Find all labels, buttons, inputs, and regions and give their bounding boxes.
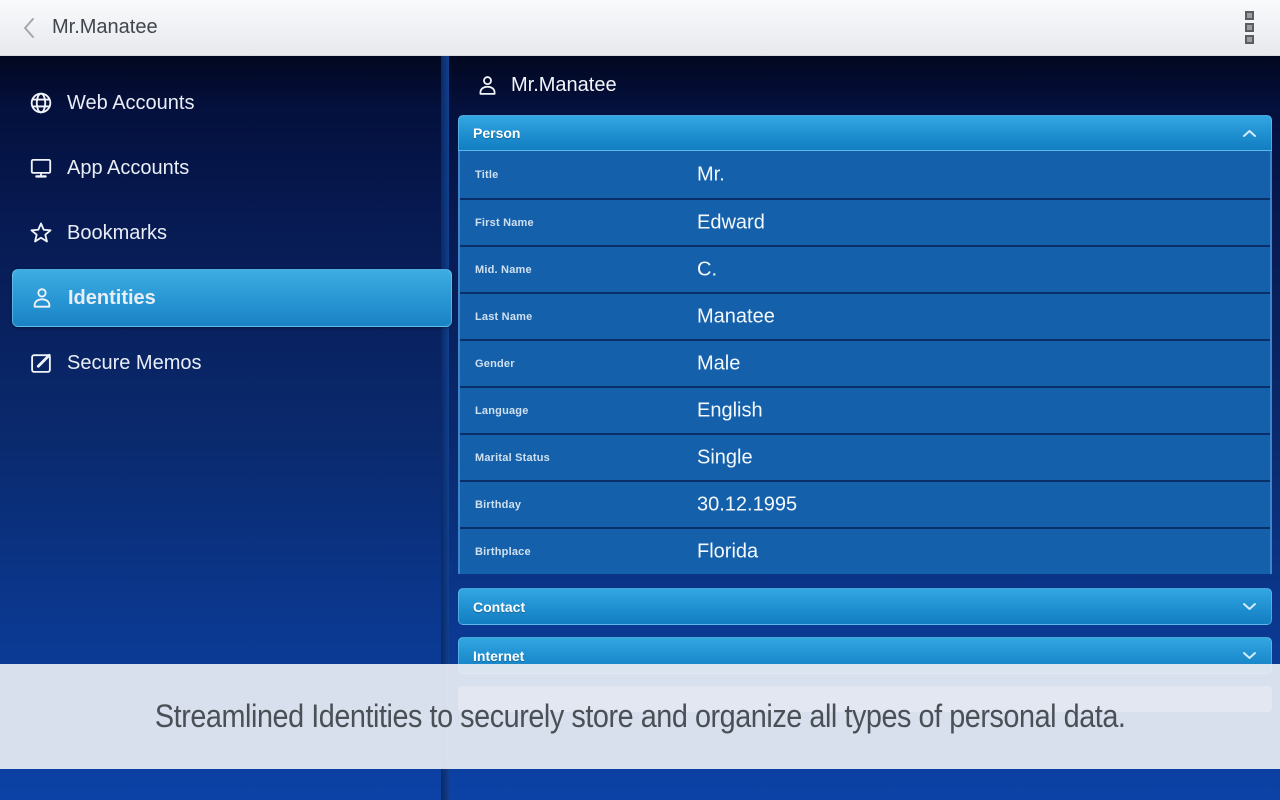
field-value: C. bbox=[697, 258, 717, 281]
person-fields: Title Mr. First Name Edward Mid. Name C.… bbox=[458, 151, 1272, 574]
field-label: First Name bbox=[475, 217, 534, 229]
section-label: Contact bbox=[473, 599, 525, 615]
back-button[interactable] bbox=[16, 12, 42, 44]
globe-icon bbox=[28, 90, 54, 116]
field-row-gender: Gender Male bbox=[460, 339, 1270, 386]
section-header-person[interactable]: Person bbox=[458, 115, 1272, 151]
field-row-title: Title Mr. bbox=[460, 151, 1270, 198]
overflow-square-icon bbox=[1245, 11, 1254, 20]
sidebar-item-label: Identities bbox=[68, 287, 156, 310]
field-value: Single bbox=[697, 446, 753, 469]
caption-text: Streamlined Identities to securely store… bbox=[155, 698, 1126, 735]
sidebar-item-label: App Accounts bbox=[67, 157, 189, 180]
field-label: Title bbox=[475, 169, 498, 181]
field-label: Mid. Name bbox=[475, 264, 532, 276]
field-value: Male bbox=[697, 352, 740, 375]
field-label: Language bbox=[475, 405, 529, 417]
field-row-birthplace: Birthplace Florida bbox=[460, 527, 1270, 574]
field-row-mid-name: Mid. Name C. bbox=[460, 245, 1270, 292]
overflow-square-icon bbox=[1245, 35, 1254, 44]
field-row-language: Language English bbox=[460, 386, 1270, 433]
sidebar-item-label: Bookmarks bbox=[67, 222, 167, 245]
overflow-square-icon bbox=[1245, 23, 1254, 32]
chevron-up-icon bbox=[1242, 129, 1257, 138]
person-icon bbox=[29, 285, 55, 311]
field-row-birthday: Birthday 30.12.1995 bbox=[460, 480, 1270, 527]
field-row-last-name: Last Name Manatee bbox=[460, 292, 1270, 339]
field-row-first-name: First Name Edward bbox=[460, 198, 1270, 245]
field-row-marital-status: Marital Status Single bbox=[460, 433, 1270, 480]
memo-icon bbox=[28, 350, 54, 376]
top-action-bar: Mr.Manatee bbox=[0, 0, 1280, 56]
field-value: Florida bbox=[697, 540, 758, 563]
chevron-down-icon bbox=[1242, 602, 1257, 611]
field-label: Last Name bbox=[475, 311, 532, 323]
field-label: Birthday bbox=[475, 499, 521, 511]
sidebar-item-app-accounts[interactable]: App Accounts bbox=[12, 139, 442, 197]
field-label: Gender bbox=[475, 358, 515, 370]
sidebar-item-label: Web Accounts bbox=[67, 92, 194, 115]
monitor-icon bbox=[28, 155, 54, 181]
sidebar-item-identities[interactable]: Identities bbox=[12, 269, 452, 327]
star-icon bbox=[28, 220, 54, 246]
field-value: English bbox=[697, 399, 763, 422]
identity-title: Mr.Manatee bbox=[511, 74, 617, 97]
caption-banner: Streamlined Identities to securely store… bbox=[0, 664, 1280, 769]
field-label: Marital Status bbox=[475, 452, 550, 464]
identity-header: Mr.Manatee bbox=[458, 65, 1272, 105]
section-label: Person bbox=[473, 125, 520, 141]
field-value: Edward bbox=[697, 211, 765, 234]
page-title: Mr.Manatee bbox=[52, 16, 158, 39]
field-value: 30.12.1995 bbox=[697, 493, 797, 516]
chevron-down-icon bbox=[1242, 651, 1257, 660]
sidebar-item-label: Secure Memos bbox=[67, 352, 202, 375]
field-label: Birthplace bbox=[475, 546, 531, 558]
sidebar-item-secure-memos[interactable]: Secure Memos bbox=[12, 334, 442, 392]
main-area: Web Accounts App Accounts Bookmarks bbox=[0, 56, 1280, 800]
overflow-menu-button[interactable] bbox=[1234, 8, 1264, 48]
field-value: Manatee bbox=[697, 305, 775, 328]
person-icon bbox=[475, 73, 500, 98]
chevron-left-icon bbox=[21, 17, 37, 39]
section-header-contact[interactable]: Contact bbox=[458, 588, 1272, 625]
section-label: Internet bbox=[473, 648, 524, 664]
sidebar-item-web-accounts[interactable]: Web Accounts bbox=[12, 74, 442, 132]
sidebar-item-bookmarks[interactable]: Bookmarks bbox=[12, 204, 442, 262]
field-value: Mr. bbox=[697, 163, 725, 186]
